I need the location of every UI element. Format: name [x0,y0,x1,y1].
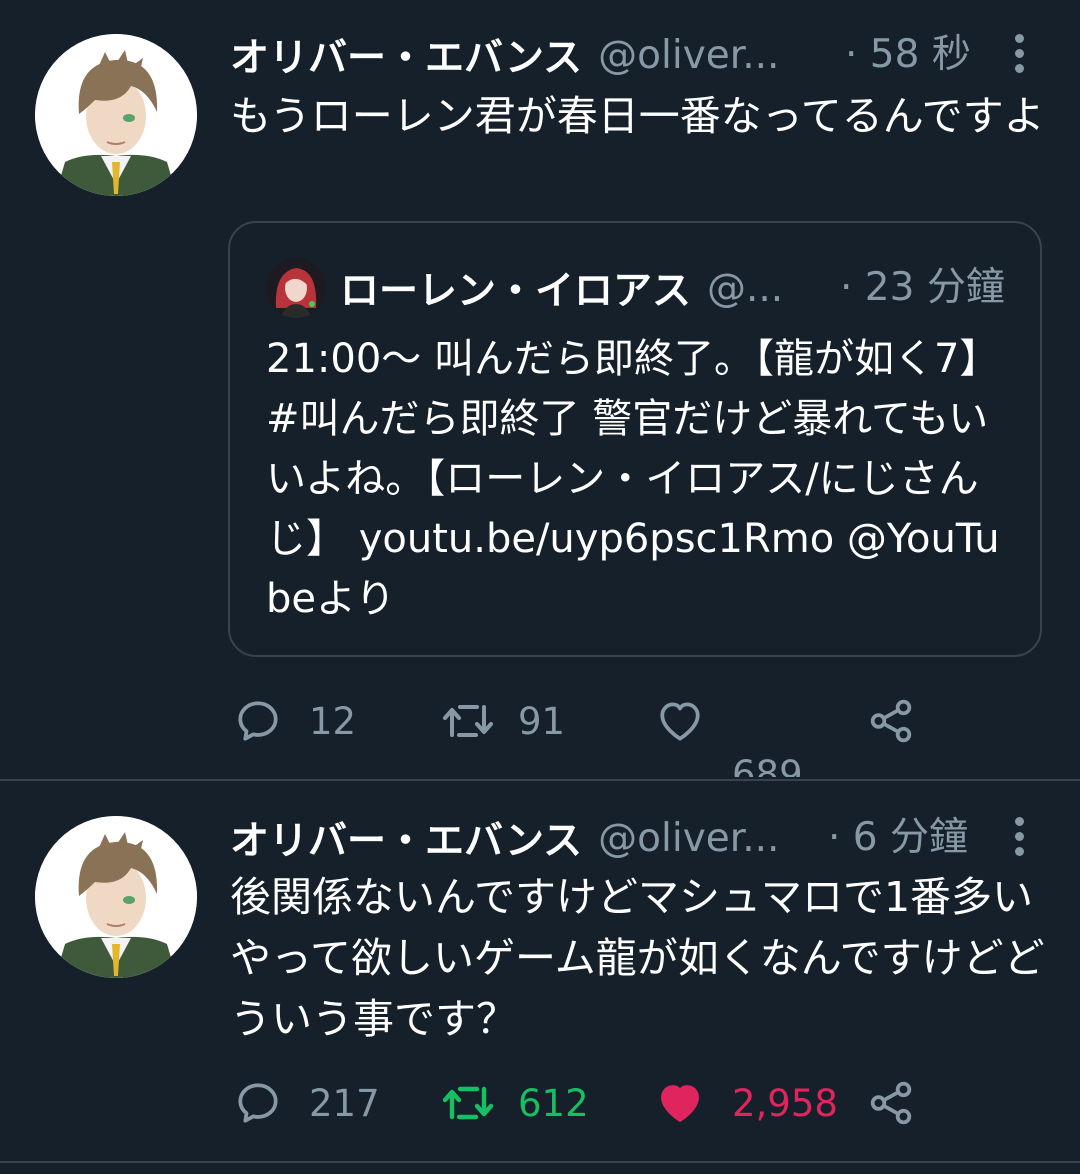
author-name[interactable]: オリバー・エバンス [230,810,582,866]
tweet-header: オリバー・エバンス @oliver... [230,27,779,83]
reply-count: 217 [309,1081,380,1125]
reply-button[interactable]: 12 [233,691,356,751]
author-handle[interactable]: @oliver... [598,33,779,78]
tweet-text: もうローレン君が春日一番なってるんですよ [230,92,1045,140]
share-button[interactable] [866,691,916,751]
tweet-divider [0,1161,1080,1163]
tweet-2[interactable]: オリバー・エバンス @oliver... · 6 分鐘 後関係ないんですけどマシ… [0,781,1080,1161]
quoted-timestamp: · 23 分鐘 [840,265,1005,310]
like-count: 689 [732,755,803,777]
tweet-actions: 12 91 [0,691,1080,751]
tweet-header: オリバー・エバンス @oliver... [230,810,779,866]
like-button[interactable] [654,691,706,751]
author-name[interactable]: オリバー・エバンス [230,27,582,83]
share-icon [870,1081,912,1125]
tweet-text: 後関係ないんですけどマシュマロで1番多いやって欲しいゲーム龍が如くなんですけどど… [230,873,1045,1043]
reply-icon [238,701,278,741]
quoted-text: 21:00〜 叫んだら即終了。【龍が如く7】#叫んだら即終了 警官だけど暴れても… [266,336,1000,622]
quoted-author-handle: @... [707,265,784,311]
retweet-count: 91 [518,699,566,743]
quoted-author-avatar[interactable] [266,258,326,318]
reply-count: 12 [309,699,357,743]
quoted-tweet[interactable]: ローレン・イロアス @... · 23 分鐘 21:00〜 叫んだら即終了。【龍… [228,221,1042,657]
tweet-actions: 217 612 2,958 [0,1073,1080,1133]
reply-button[interactable]: 217 [233,1073,380,1133]
author-avatar[interactable] [35,34,197,196]
tweet-timestamp[interactable]: · 6 分鐘 [828,813,968,863]
reply-icon [238,1083,278,1123]
retweet-icon [442,1086,494,1120]
more-vertical-icon[interactable] [1010,817,1030,857]
retweet-count: 612 [518,1081,589,1125]
share-icon [870,699,912,743]
retweet-icon [443,705,493,737]
retweet-button[interactable]: 91 [440,691,565,751]
quoted-header: ローレン・イロアス @... [340,261,783,315]
retweet-button[interactable]: 612 [440,1073,589,1133]
like-button[interactable]: 2,958 [654,1073,838,1133]
share-button[interactable] [866,1073,916,1133]
quoted-author-name: ローレン・イロアス [340,269,692,314]
heart-icon [660,702,700,741]
heart-icon [661,1085,699,1122]
more-vertical-icon[interactable] [1010,34,1030,74]
tweet-1[interactable]: オリバー・エバンス @oliver... · 58 秒 もうローレン君が春日一番… [0,0,1080,780]
tweet-timestamp[interactable]: · 58 秒 [845,30,971,80]
like-count: 2,958 [732,1081,838,1125]
author-avatar[interactable] [35,816,197,978]
author-handle[interactable]: @oliver... [598,816,779,861]
